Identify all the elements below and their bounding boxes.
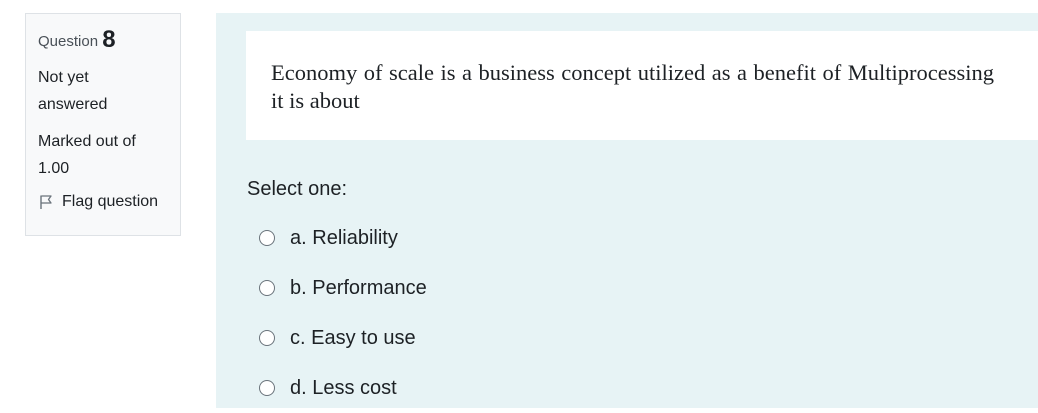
flag-icon [40,195,52,209]
option-label-b: Performance [312,276,427,299]
answer-option-d[interactable]: d. Less cost [259,363,427,413]
option-label-d: Less cost [312,376,397,399]
option-letter-b: b. [290,276,307,299]
radio-button-d[interactable] [259,380,275,396]
option-label-a: Reliability [312,226,398,249]
option-label-c: Easy to use [311,326,416,349]
radio-button-a[interactable] [259,230,275,246]
question-number: Question 8 [38,26,180,54]
flag-question-link[interactable]: Flag question [38,190,180,214]
answer-options: a. Reliability b. Performance c. Easy to… [259,213,427,413]
answer-option-b[interactable]: b. Performance [259,263,427,313]
question-text: Economy of scale is a business concept u… [246,31,1038,140]
radio-button-b[interactable] [259,280,275,296]
select-one-prompt: Select one: [247,178,348,200]
question-label: Question [38,33,99,50]
answer-option-a[interactable]: a. Reliability [259,213,427,263]
question-content: Economy of scale is a business concept u… [216,13,1038,408]
question-info-panel: Question 8 Not yet answered Marked out o… [25,13,181,236]
flag-question-label: Flag question [62,193,159,210]
question-grade: Marked out of 1.00 [38,133,136,177]
option-letter-d: d. [290,376,307,399]
answer-option-c[interactable]: c. Easy to use [259,313,427,363]
option-letter-a: a. [290,226,307,249]
radio-button-c[interactable] [259,330,275,346]
question-state: Not yet answered [38,69,108,113]
question-number-value: 8 [102,26,116,53]
option-letter-c: c. [290,326,306,349]
